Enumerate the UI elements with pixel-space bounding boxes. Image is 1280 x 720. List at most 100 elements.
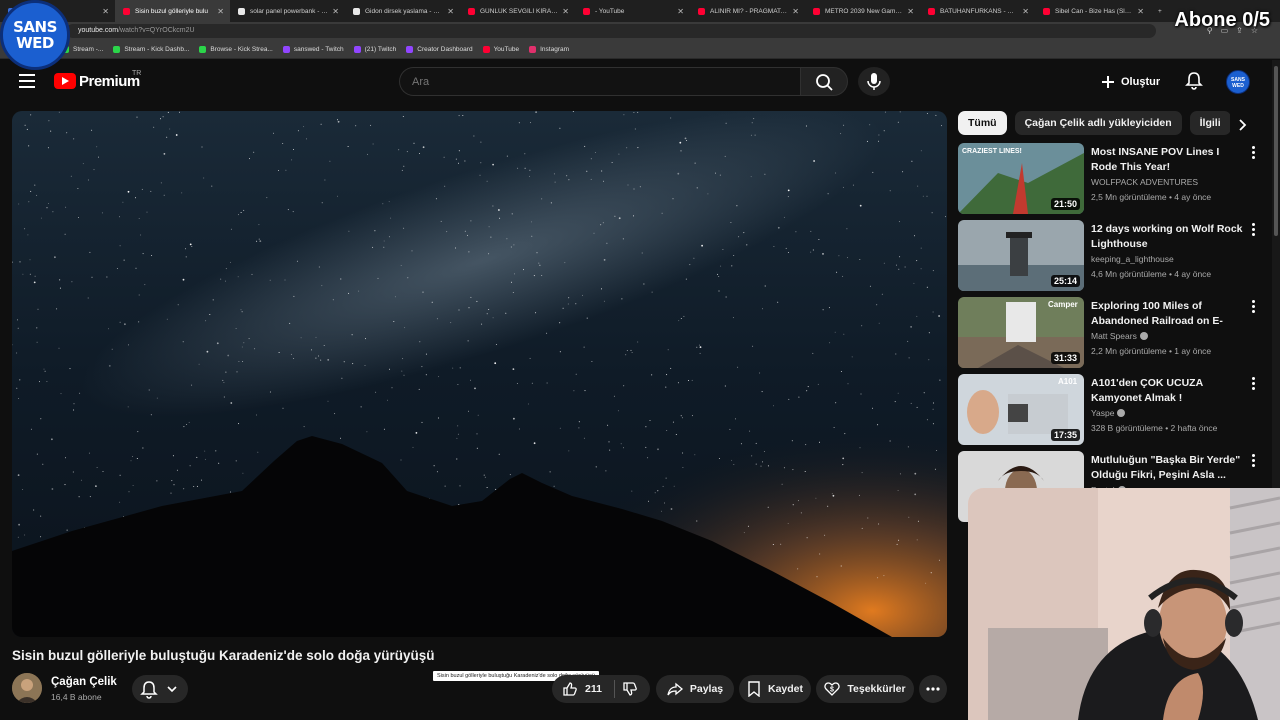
browser-tab[interactable]: Sibel Can - Bize Has (Slowed ✕	[1035, 0, 1150, 22]
more-options-icon[interactable]	[1252, 146, 1258, 160]
channel-name-label[interactable]: Yaspe	[1091, 408, 1114, 418]
bookmark-favicon-icon	[199, 45, 207, 53]
create-button[interactable]: Oluştur	[1101, 70, 1160, 94]
recommended-video-title[interactable]: Mutluluğun "Başka Bir Yerde" Olduğu Fikr…	[1091, 453, 1247, 483]
bookmark-item[interactable]: Creator Dashboard	[406, 45, 473, 53]
bookmark-item[interactable]: Stream -...	[62, 45, 103, 53]
channel-name-label[interactable]: keeping_a_lighthouse	[1091, 254, 1174, 264]
tab-close-icon[interactable]: ✕	[1022, 7, 1029, 16]
account-avatar[interactable]: SANS WED	[1226, 70, 1250, 94]
recommended-video[interactable]: A101 17:35 A101'den ÇOK UCUZA Kamyonet Alm…	[958, 374, 1268, 446]
notifications-bell-icon[interactable]	[1184, 71, 1204, 91]
more-horizontal-icon	[926, 687, 940, 691]
tab-favicon-icon	[353, 7, 360, 15]
bookmark-item[interactable]: (21) Twitch	[353, 45, 396, 53]
video-duration: 31:33	[1050, 352, 1080, 364]
tab-close-icon[interactable]: ✕	[792, 7, 799, 16]
chips-next-button[interactable]	[1230, 113, 1254, 137]
new-tab-button[interactable]: +	[1150, 0, 1174, 22]
video-thumbnail[interactable]: CRAZIEST LINES! 21:50	[958, 143, 1084, 214]
bookmark-favicon-icon	[113, 45, 121, 53]
tab-title: Sisin buzul gölleriyle bulu	[135, 7, 208, 15]
bookmark-favicon-icon	[406, 45, 414, 53]
menu-icon[interactable]	[19, 74, 35, 88]
bookmark-item[interactable]: Browse - Kick Strea...	[199, 45, 273, 53]
address-bar[interactable]: youtube.com/watch?v=QYrOCkcm2U	[66, 24, 1156, 38]
recommended-video[interactable]: 25:14 12 days working on Wolf Rock Lighth…	[958, 220, 1268, 292]
thanks-label: Teşekkürler	[847, 683, 906, 695]
microphone-icon	[867, 73, 881, 90]
subscription-notifications-button[interactable]	[132, 675, 188, 703]
tab-close-icon[interactable]: ✕	[447, 7, 454, 16]
more-options-icon[interactable]	[1252, 300, 1258, 314]
video-thumbnail[interactable]: A101 17:35	[958, 374, 1084, 445]
browser-tab[interactable]: ALINIR MI? - PRAGMATA - Yo✕	[690, 0, 805, 22]
channel-name-label[interactable]: WOLFPACK ADVENTURES	[1091, 177, 1198, 187]
recommended-video[interactable]: CRAZIEST LINES! 21:50 Most INSANE POV Line…	[958, 143, 1268, 215]
search-button[interactable]	[800, 67, 848, 96]
scrollbar-thumb[interactable]	[1274, 66, 1278, 236]
bookmark-label: Stream - Kick Dashb...	[124, 45, 190, 53]
more-options-icon[interactable]	[1252, 223, 1258, 237]
channel-name[interactable]: Çağan Çelik	[51, 676, 117, 688]
recommended-video[interactable]: Camper 31:33 Exploring 100 Miles of Abando…	[958, 297, 1268, 369]
tab-favicon-icon	[238, 7, 245, 15]
browser-tab[interactable]: - YouTube ✕	[575, 0, 690, 22]
filter-chips: Tümü Çağan Çelik adlı yükleyiciden İlgil…	[958, 111, 1231, 135]
tab-close-icon[interactable]: ✕	[562, 7, 569, 16]
bookmark-item[interactable]: Instagram	[529, 45, 569, 53]
video-thumbnail[interactable]: Camper 31:33	[958, 297, 1084, 368]
video-player[interactable]	[12, 111, 947, 637]
tab-close-icon[interactable]: ✕	[907, 7, 914, 16]
bookmark-item[interactable]: Stream - Kick Dashb...	[113, 45, 190, 53]
browser-tab[interactable]: METRO 2039 New Gameplay ✕	[805, 0, 920, 22]
thumbs-up-icon[interactable]	[562, 681, 578, 697]
youtube-premium-wordmark[interactable]: Premium	[79, 73, 140, 90]
recommended-video-title[interactable]: Exploring 100 Miles of Abandoned Railroa…	[1091, 299, 1247, 329]
tab-close-icon[interactable]: ✕	[217, 7, 224, 16]
browser-toolbar: youtube.com/watch?v=QYrOCkcm2U ⚲ ▭ ⇪ ☆	[0, 22, 1280, 40]
browser-tab[interactable]: GÜNLÜK SEVGİLİ KİRALADIM ✕	[460, 0, 575, 22]
bookmark-favicon-icon	[282, 45, 290, 53]
recommended-video-title[interactable]: A101'den ÇOK UCUZA Kamyonet Almak !	[1091, 376, 1247, 406]
avatar-text-bottom: WED	[1232, 83, 1244, 89]
chevron-right-icon	[1239, 119, 1247, 131]
more-options-icon[interactable]	[1252, 454, 1258, 468]
tab-close-icon[interactable]: ✕	[332, 7, 339, 16]
voice-search-button[interactable]	[858, 67, 890, 96]
browser-tab[interactable]: BATUHANFURKANS - HÜSAM ✕	[920, 0, 1035, 22]
chip-from-uploader[interactable]: Çağan Çelik adlı yükleyiciden	[1014, 111, 1182, 135]
video-thumbnail[interactable]: 25:14	[958, 220, 1084, 291]
browser-tab[interactable]: Sisin buzul gölleriyle bulu ✕	[115, 0, 230, 22]
recommended-video-meta: 328 B görüntüleme • 2 hafta önce	[1091, 423, 1218, 433]
youtube-logo-icon[interactable]	[54, 73, 76, 89]
bookmark-label: sanswed - Twitch	[293, 45, 344, 53]
share-button[interactable]: Paylaş	[656, 675, 734, 703]
thanks-button[interactable]: $ Teşekkürler	[816, 675, 914, 703]
tab-close-icon[interactable]: ✕	[1137, 7, 1144, 16]
browser-tab[interactable]: solar panel powerbank - Goo ✕	[230, 0, 345, 22]
recommended-video-title[interactable]: Most INSANE POV Lines I Rode This Year!	[1091, 145, 1247, 175]
more-options-icon[interactable]	[1252, 377, 1258, 391]
save-button[interactable]: Kaydet	[739, 675, 811, 703]
like-count[interactable]: 211	[585, 683, 602, 695]
tab-favicon-icon	[1043, 7, 1050, 15]
recommended-video-title[interactable]: 12 days working on Wolf Rock Lighthouse	[1091, 222, 1247, 252]
browser-tab[interactable]: Gidon dirsek yaslama - Googl ✕	[345, 0, 460, 22]
chip-related[interactable]: İlgili	[1189, 111, 1231, 135]
tab-favicon-icon	[583, 7, 590, 15]
channel-name-label[interactable]: Matt Spears	[1091, 331, 1137, 341]
search-input[interactable]	[399, 67, 801, 96]
chip-all[interactable]: Tümü	[958, 111, 1007, 135]
channel-avatar[interactable]	[12, 673, 42, 703]
tab-close-icon[interactable]: ✕	[102, 7, 109, 16]
browser-tab-bar: ✕ Sisin buzul gölleriyle bulu ✕ solar panel…	[0, 0, 1280, 22]
thumbs-down-icon[interactable]	[622, 681, 638, 697]
bell-icon	[140, 681, 177, 699]
tab-close-icon[interactable]: ✕	[677, 7, 684, 16]
bookmark-item[interactable]: YouTube	[482, 45, 519, 53]
bookmark-item[interactable]: sanswed - Twitch	[282, 45, 344, 53]
tab-favicon-icon	[698, 7, 705, 15]
more-actions-button[interactable]	[919, 675, 947, 703]
bookmark-favicon-icon	[353, 45, 361, 53]
